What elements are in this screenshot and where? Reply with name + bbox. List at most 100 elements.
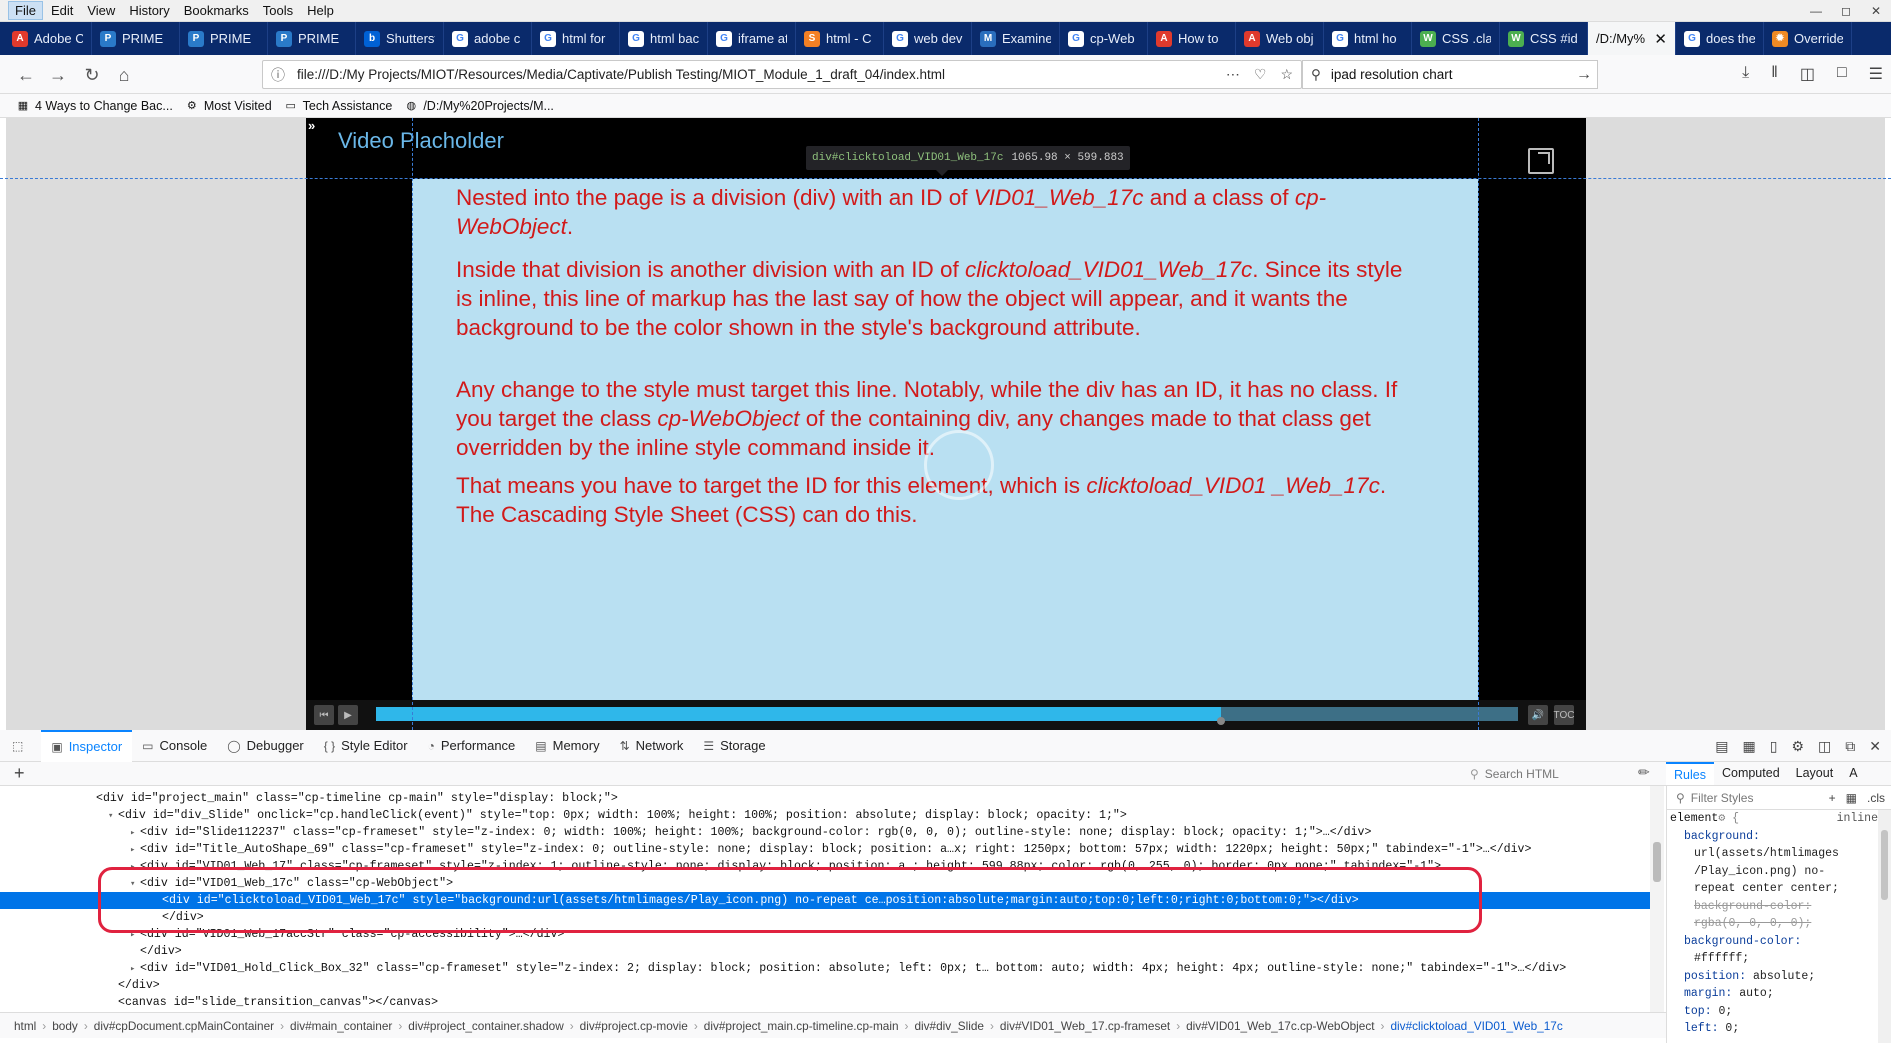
devtools-tab-style-editor[interactable]: { } Style Editor <box>314 730 418 762</box>
bookmark-item[interactable]: ⚙ Most Visited <box>185 99 272 113</box>
browser-tab[interactable]: Gcp-Web <box>1060 22 1148 55</box>
expand-icon[interactable] <box>1528 148 1554 174</box>
browser-tab[interactable]: P PRIME <box>268 22 356 55</box>
split-console-icon[interactable]: ◫ <box>1818 738 1831 755</box>
search-text[interactable]: ipad resolution chart <box>1331 67 1571 82</box>
menu-item-bookmarks[interactable]: Bookmarks <box>178 2 255 19</box>
pseudo-class-icon[interactable]: ▦ <box>1846 791 1857 805</box>
browser-tab[interactable]: Shtml - C <box>796 22 884 55</box>
url-bar[interactable]: ⓘ file:///D:/My Projects/MIOT/Resources/… <box>262 60 1302 89</box>
browser-tab[interactable]: M Examine <box>972 22 1060 55</box>
scroll-thumb[interactable] <box>1653 842 1661 882</box>
breadcrumb-item[interactable]: div#clicktoload_VID01_Web_17c <box>1390 1019 1562 1033</box>
markup-node[interactable]: <canvas id="slide_transition_canvas"></c… <box>0 994 1650 1011</box>
rule-declaration[interactable]: background-color: <box>1670 898 1878 916</box>
downloads-icon[interactable]: ⤓ <box>1742 64 1749 84</box>
responsive-icon[interactable]: ▯ <box>1770 738 1778 755</box>
rule-declaration[interactable]: top: 0; <box>1670 1003 1878 1021</box>
pocket-icon[interactable]: ♡ <box>1254 66 1267 83</box>
markup-node[interactable]: </div> <box>0 943 1650 960</box>
search-html-input[interactable]: ⚲ Search HTML <box>1470 765 1630 783</box>
bookmark-item[interactable]: ▦ 4 Ways to Change Bac... <box>16 99 173 113</box>
browser-tab[interactable]: P PRIME <box>180 22 268 55</box>
eyedropper-icon[interactable]: ✏ <box>1638 764 1650 781</box>
expand-toggle-icon[interactable]: ▸ <box>130 961 140 977</box>
toc-toggle-icon[interactable]: » <box>308 118 315 133</box>
devtools-tab-inspector[interactable]: ▣ Inspector <box>41 729 133 762</box>
markup-node[interactable]: ▸ <div id="Title_AutoShape_69" class="cp-… <box>0 841 1650 858</box>
browser-tab[interactable]: Gdoes the <box>1676 22 1764 55</box>
menu-item-file[interactable]: File <box>8 1 43 20</box>
settings-gear-icon[interactable]: ⚙ <box>1791 738 1804 755</box>
bookmark-item[interactable]: ◍ /D:/My%20Projects/M... <box>404 99 554 113</box>
url-text[interactable]: file:///D:/My Projects/MIOT/Resources/Me… <box>297 67 1226 82</box>
add-rule-icon[interactable]: + <box>1829 791 1836 805</box>
browser-tab[interactable]: Giframe at <box>708 22 796 55</box>
volume-icon[interactable]: 🔊 <box>1528 705 1548 725</box>
search-bar[interactable]: ⚲ ipad resolution chart → <box>1302 60 1598 89</box>
markup-node[interactable]: ▸ <div id="VID01_Hold_Click_Box_32" class… <box>0 960 1650 977</box>
devtools-tab-storage[interactable]: ☰ Storage <box>693 730 775 762</box>
expand-toggle-icon[interactable]: ▸ <box>130 842 140 858</box>
browser-tab[interactable]: b Shutterst <box>356 22 444 55</box>
breadcrumb-item[interactable]: div#project_container.shadow <box>408 1019 563 1033</box>
browser-tab[interactable]: A Web obj <box>1236 22 1324 55</box>
breadcrumb-item[interactable]: div#project.cp-movie <box>580 1019 688 1033</box>
rule-declaration[interactable]: /Play_icon.png) no- <box>1670 863 1878 881</box>
scroll-thumb[interactable] <box>1881 830 1888 900</box>
page-info-icon[interactable]: ⓘ <box>271 65 285 85</box>
browser-tab[interactable]: A Adobe C <box>4 22 92 55</box>
breadcrumb-item[interactable]: body <box>52 1019 78 1033</box>
bookmark-item[interactable]: ▭ Tech Assistance <box>284 99 392 113</box>
rewind-icon[interactable]: ⏮ <box>314 705 334 725</box>
rule-declaration[interactable]: background: <box>1670 828 1878 846</box>
toc-icon[interactable]: TOC <box>1554 705 1574 725</box>
browser-tab[interactable]: ✹ Override <box>1764 22 1852 55</box>
rule-declaration[interactable]: position: absolute; <box>1670 968 1878 986</box>
rules-tab-layout[interactable]: Layout <box>1788 762 1842 785</box>
browser-tab[interactable]: Ghtml ho <box>1324 22 1412 55</box>
rules-scrollbar[interactable] <box>1878 810 1891 1043</box>
markup-node[interactable]: <div id="project_main" class="cp-timelin… <box>0 790 1650 807</box>
rule-declaration[interactable]: margin: auto; <box>1670 985 1878 1003</box>
breadcrumb-item[interactable]: html <box>14 1019 36 1033</box>
hamburger-menu-icon[interactable]: ☰ <box>1869 64 1883 84</box>
library-icon[interactable]: ‖ <box>1771 64 1778 84</box>
undock-icon[interactable]: ⧉ <box>1845 738 1855 755</box>
search-go-icon[interactable]: → <box>1571 66 1597 84</box>
breadcrumb-item[interactable]: div#project_main.cp-timeline.cp-main <box>704 1019 899 1033</box>
dock-icon[interactable]: ▤ <box>1715 738 1728 755</box>
browser-tab[interactable]: Ghtml bac <box>620 22 708 55</box>
browser-tab[interactable]: A How to <box>1148 22 1236 55</box>
minimize-icon[interactable]: — <box>1801 0 1831 22</box>
devtools-tab-network[interactable]: ⇅ Network <box>610 730 694 762</box>
close-icon[interactable]: ✕ <box>1861 0 1891 22</box>
browser-tab[interactable]: W CSS #id <box>1500 22 1588 55</box>
sidebar-icon[interactable]: ◫ <box>1800 64 1815 84</box>
rule-declaration[interactable]: left: 0; <box>1670 1020 1878 1038</box>
add-node-icon[interactable]: + <box>14 763 25 784</box>
browser-tab[interactable]: /D:/My% ✕ <box>1588 22 1676 55</box>
devtools-tab-memory[interactable]: ▤ Memory <box>525 730 609 762</box>
frames-icon[interactable]: ▦ <box>1743 738 1756 755</box>
rules-tab-a[interactable]: A <box>1841 762 1865 785</box>
devtools-tab-debugger[interactable]: ◯ Debugger <box>217 730 314 762</box>
page-actions-icon[interactable]: ⋯ <box>1226 66 1240 83</box>
reload-icon[interactable]: ↻ <box>80 63 104 87</box>
bookmark-star-icon[interactable]: ☆ <box>1280 66 1293 83</box>
element-picker-icon[interactable]: ⬚ <box>0 730 41 762</box>
markup-node[interactable]: ▸ <div id="Slide112237" class="cp-framese… <box>0 824 1650 841</box>
cls-toggle[interactable]: .cls <box>1867 791 1885 805</box>
browser-tab[interactable]: W CSS .clas <box>1412 22 1500 55</box>
menu-item-history[interactable]: History <box>123 2 175 19</box>
menu-item-edit[interactable]: Edit <box>45 2 79 19</box>
breadcrumb-item[interactable]: div#VID01_Web_17c.cp-WebObject <box>1186 1019 1374 1033</box>
breadcrumb-item[interactable]: div#div_Slide <box>914 1019 984 1033</box>
filter-styles-input[interactable]: Filter Styles <box>1691 791 1754 805</box>
rule-declaration[interactable]: repeat center center; <box>1670 880 1878 898</box>
menu-item-tools[interactable]: Tools <box>257 2 299 19</box>
rules-tab-computed[interactable]: Computed <box>1714 762 1788 785</box>
play-pause-icon[interactable]: ▶ <box>338 705 358 725</box>
devtools-tab-console[interactable]: ▭ Console <box>132 730 217 762</box>
markup-node[interactable]: </div> <box>0 977 1650 994</box>
